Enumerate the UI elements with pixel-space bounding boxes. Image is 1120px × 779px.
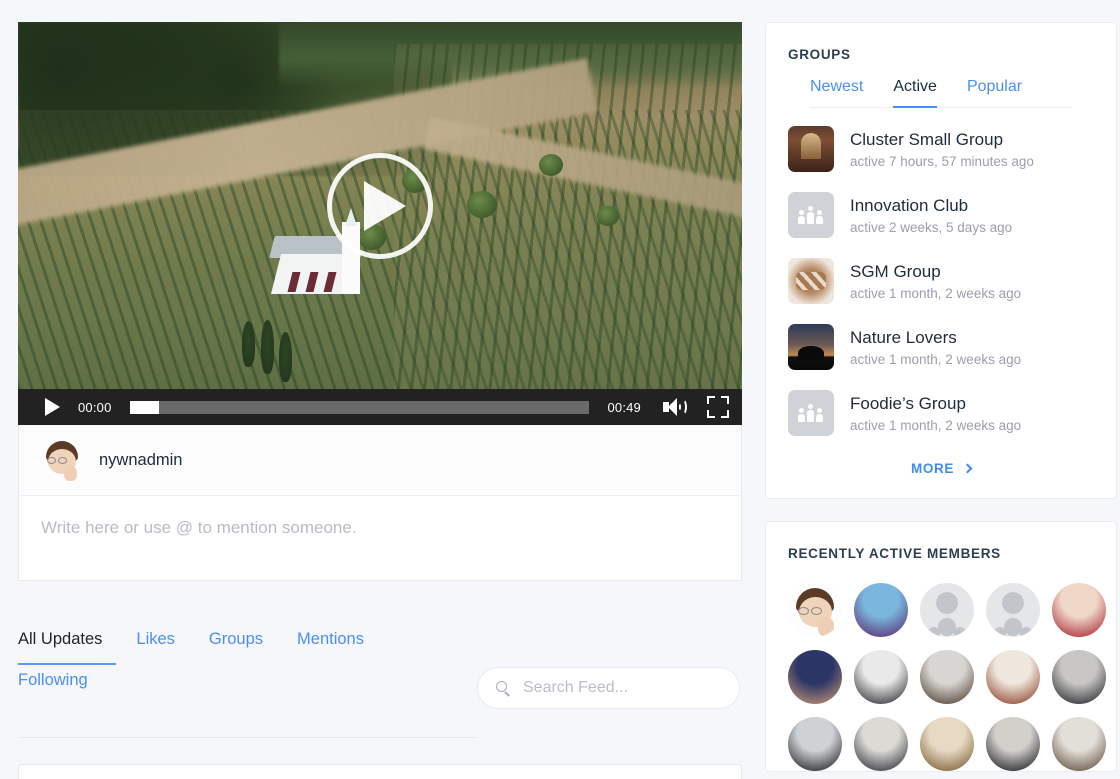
people-icon (798, 207, 824, 224)
member-avatar-5[interactable] (1052, 583, 1106, 637)
member-avatar-15[interactable] (1052, 717, 1106, 771)
tab-all-updates[interactable]: All Updates (18, 630, 102, 655)
group-avatar-placeholder (788, 390, 834, 436)
feed-divider (18, 737, 478, 738)
group-activity: active 1 month, 2 weeks ago (850, 352, 1021, 367)
duration: 00:49 (607, 400, 641, 415)
group-avatar-placeholder (788, 192, 834, 238)
member-avatar-7[interactable] (854, 650, 908, 704)
member-avatar-13[interactable] (920, 717, 974, 771)
group-list-item[interactable]: Cluster Small Group active 7 hours, 57 m… (788, 116, 1094, 182)
group-list-item[interactable]: Innovation Club active 2 weeks, 5 days a… (788, 182, 1094, 248)
member-avatar-3[interactable] (920, 583, 974, 637)
group-avatar-sunset (788, 324, 834, 370)
groups-tab-popular[interactable]: Popular (967, 78, 1022, 108)
search-input[interactable]: Search Feed... (477, 667, 740, 709)
more-button[interactable]: MORE (911, 461, 971, 476)
member-avatar-1[interactable] (788, 583, 842, 637)
progress-bar[interactable] (130, 401, 590, 414)
member-avatar-9[interactable] (986, 650, 1040, 704)
members-title: RECENTLY ACTIVE MEMBERS (766, 522, 1116, 561)
post-username: nywnadmin (99, 451, 182, 470)
group-list-item[interactable]: Foodie’s Group active 1 month, 2 weeks a… (788, 380, 1094, 446)
group-avatar-hands (788, 258, 834, 304)
group-name: Innovation Club (850, 195, 1012, 217)
groups-tabs: Newest Active Popular (810, 62, 1072, 108)
memoji-avatar (41, 439, 83, 481)
groups-title: GROUPS (766, 23, 1116, 62)
group-activity: active 7 hours, 57 minutes ago (850, 154, 1034, 169)
more-label: MORE (911, 461, 954, 476)
page-root: 00:00 00:49 (0, 0, 1120, 779)
member-avatar-8[interactable] (920, 650, 974, 704)
group-activity: active 1 month, 2 weeks ago (850, 286, 1021, 301)
member-avatar-10[interactable] (1052, 650, 1106, 704)
fullscreen-icon[interactable] (707, 396, 729, 418)
post-composer: nywnadmin Write here or use @ to mention… (18, 425, 742, 581)
member-avatar-12[interactable] (854, 717, 908, 771)
tab-following[interactable]: Following (18, 671, 88, 690)
members-card: RECENTLY ACTIVE MEMBERS (765, 521, 1117, 772)
member-avatar-6[interactable] (788, 650, 842, 704)
next-feed-card (18, 764, 742, 779)
group-list-item[interactable]: SGM Group active 1 month, 2 weeks ago (788, 248, 1094, 314)
group-activity: active 2 weeks, 5 days ago (850, 220, 1012, 235)
search-placeholder: Search Feed... (523, 679, 628, 697)
group-list-item[interactable]: Nature Lovers active 1 month, 2 weeks ag… (788, 314, 1094, 380)
groups-list: Cluster Small Group active 7 hours, 57 m… (766, 108, 1116, 446)
sidebar: GROUPS Newest Active Popular Cluster Sma… (765, 22, 1117, 772)
active-tab-underline (18, 663, 116, 665)
member-avatar-14[interactable] (986, 717, 1040, 771)
member-avatar-11[interactable] (788, 717, 842, 771)
member-avatar-2[interactable] (854, 583, 908, 637)
post-input[interactable]: Write here or use @ to mention someone. (19, 496, 741, 580)
tree (597, 206, 619, 226)
search-icon (496, 681, 511, 696)
main-column: 00:00 00:49 (18, 22, 742, 581)
chevron-right-icon (963, 464, 973, 474)
progress-loaded (130, 401, 160, 414)
group-name: SGM Group (850, 261, 1021, 283)
group-avatar-church (788, 126, 834, 172)
groups-tab-active[interactable]: Active (893, 78, 937, 108)
groups-card: GROUPS Newest Active Popular Cluster Sma… (765, 22, 1117, 499)
tab-mentions[interactable]: Mentions (297, 630, 364, 655)
play-circle-icon[interactable] (327, 153, 433, 259)
feed-tabs: All Updates Likes Groups Mentions (18, 630, 742, 655)
post-composer-header: nywnadmin (19, 425, 741, 496)
feed-filter-bar: All Updates Likes Groups Mentions Follow… (18, 630, 742, 655)
tab-likes[interactable]: Likes (136, 630, 175, 655)
groups-tab-newest[interactable]: Newest (810, 78, 863, 108)
member-avatar-4[interactable] (986, 583, 1040, 637)
video-controls: 00:00 00:49 (18, 389, 742, 425)
tab-groups[interactable]: Groups (209, 630, 263, 655)
groups-more-row: MORE (766, 446, 1116, 498)
play-icon[interactable] (45, 398, 60, 416)
groups-tabs-wrap: Newest Active Popular (766, 62, 1116, 108)
people-icon (798, 405, 824, 422)
group-activity: active 1 month, 2 weeks ago (850, 418, 1021, 433)
group-name: Foodie’s Group (850, 393, 1021, 415)
members-grid (766, 561, 1116, 771)
group-name: Nature Lovers (850, 327, 1021, 349)
volume-icon[interactable] (663, 397, 687, 417)
group-name: Cluster Small Group (850, 129, 1034, 151)
tree (467, 191, 497, 218)
video-player[interactable]: 00:00 00:49 (18, 22, 742, 425)
current-time: 00:00 (78, 400, 112, 415)
